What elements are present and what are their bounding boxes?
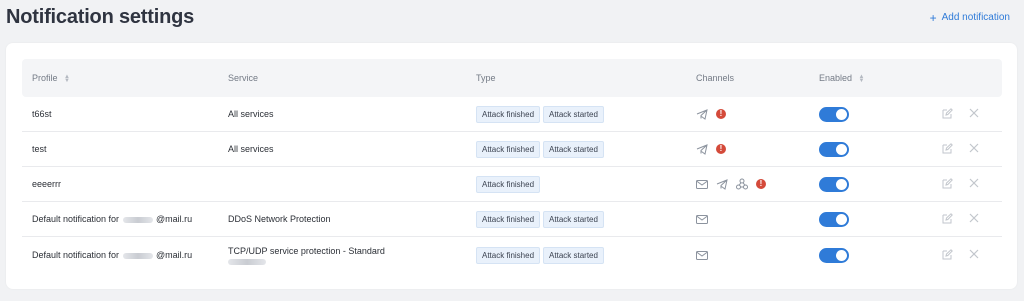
service-cell: All services <box>228 109 274 119</box>
delete-icon[interactable] <box>969 213 979 225</box>
column-header-channels: Channels <box>696 73 735 83</box>
email-icon <box>696 214 708 224</box>
profile-cell: eeeerrr <box>32 179 62 189</box>
actions-cell <box>942 177 979 191</box>
type-tag: Attack finished <box>476 140 541 158</box>
actions-cell <box>942 107 979 121</box>
table-row: Default notification for @mail.ru DDoS Ne… <box>22 202 1002 237</box>
email-icon <box>696 179 708 189</box>
delete-icon[interactable] <box>969 249 979 261</box>
edit-icon[interactable] <box>942 142 953 156</box>
enabled-cell <box>819 176 849 192</box>
type-cell: Attack finished <box>476 175 543 193</box>
column-header-service: Service <box>228 73 259 83</box>
edit-icon[interactable] <box>942 248 953 262</box>
notifications-card: Profile ▲ ▼ Service Type Channels Enabled… <box>6 43 1017 289</box>
table-row: test All services Attack finished Attack … <box>22 132 1002 167</box>
type-cell: Attack finished Attack started <box>476 140 607 158</box>
column-header-type: Type <box>476 73 496 83</box>
profile-cell: Default notification for @mail.ru <box>32 250 193 260</box>
type-tag: Attack started <box>543 140 604 158</box>
warning-icon: ! <box>716 144 726 154</box>
sort-icon[interactable]: ▲ ▼ <box>859 74 865 84</box>
enabled-toggle[interactable] <box>819 211 849 227</box>
redacted-email <box>123 252 154 259</box>
enabled-cell <box>819 141 849 157</box>
enabled-toggle[interactable] <box>819 247 849 263</box>
table-row: eeeerrr Attack finished ! <box>22 167 1002 202</box>
telegram-icon <box>696 143 708 155</box>
type-cell: Attack finished Attack started <box>476 246 607 264</box>
webhook-icon <box>736 178 748 190</box>
edit-icon[interactable] <box>942 107 953 121</box>
channels-cell: ! <box>696 108 726 120</box>
service-cell: DDoS Network Protection <box>228 214 331 224</box>
edit-icon[interactable] <box>942 212 953 226</box>
type-tag: Attack started <box>543 210 604 228</box>
redacted-email <box>123 216 154 223</box>
delete-icon[interactable] <box>969 143 979 155</box>
type-cell: Attack finished Attack started <box>476 105 607 123</box>
actions-cell <box>942 212 979 226</box>
add-notification-label: Add notification <box>941 12 1010 23</box>
service-cell: TCP/UDP service protection - Standard <box>228 246 385 265</box>
enabled-toggle[interactable] <box>819 176 849 192</box>
plus-icon: + <box>929 10 937 25</box>
actions-cell <box>942 248 979 262</box>
type-tag: Attack finished <box>476 175 541 193</box>
page-title: Notification settings <box>6 6 195 28</box>
channels-cell <box>696 250 708 260</box>
enabled-toggle[interactable] <box>819 106 849 122</box>
redacted-service-name <box>228 258 266 265</box>
type-cell: Attack finished Attack started <box>476 210 607 228</box>
actions-cell <box>942 142 979 156</box>
type-tag: Attack finished <box>476 210 541 228</box>
sort-icon[interactable]: ▲ ▼ <box>64 74 70 84</box>
type-tag: Attack started <box>543 105 604 123</box>
type-tag: Attack started <box>543 246 604 264</box>
warning-icon: ! <box>716 109 726 119</box>
service-cell: All services <box>228 144 274 154</box>
profile-cell: Default notification for @mail.ru <box>32 214 193 224</box>
telegram-icon <box>696 108 708 120</box>
column-header-enabled[interactable]: Enabled ▲ ▼ <box>819 73 865 84</box>
channels-cell: ! <box>696 178 766 190</box>
profile-cell: t66st <box>32 109 52 119</box>
enabled-cell <box>819 211 849 227</box>
add-notification-button[interactable]: + Add notification <box>929 10 1010 25</box>
type-tag: Attack finished <box>476 246 541 264</box>
enabled-cell <box>819 106 849 122</box>
table-row: t66st All services Attack finished Attack… <box>22 97 1002 132</box>
column-header-profile[interactable]: Profile ▲ ▼ <box>32 73 70 84</box>
delete-icon[interactable] <box>969 108 979 120</box>
edit-icon[interactable] <box>942 177 953 191</box>
channels-cell <box>696 214 708 224</box>
notifications-table: Profile ▲ ▼ Service Type Channels Enabled… <box>22 59 1002 273</box>
table-row: Default notification for @mail.ru TCP/UDP… <box>22 237 1002 273</box>
warning-icon: ! <box>756 179 766 189</box>
telegram-icon <box>716 178 728 190</box>
type-tag: Attack finished <box>476 105 541 123</box>
enabled-cell <box>819 247 849 263</box>
enabled-toggle[interactable] <box>819 141 849 157</box>
delete-icon[interactable] <box>969 178 979 190</box>
email-icon <box>696 250 708 260</box>
channels-cell: ! <box>696 143 726 155</box>
profile-cell: test <box>32 144 47 154</box>
table-header: Profile ▲ ▼ Service Type Channels Enabled… <box>22 59 1002 97</box>
